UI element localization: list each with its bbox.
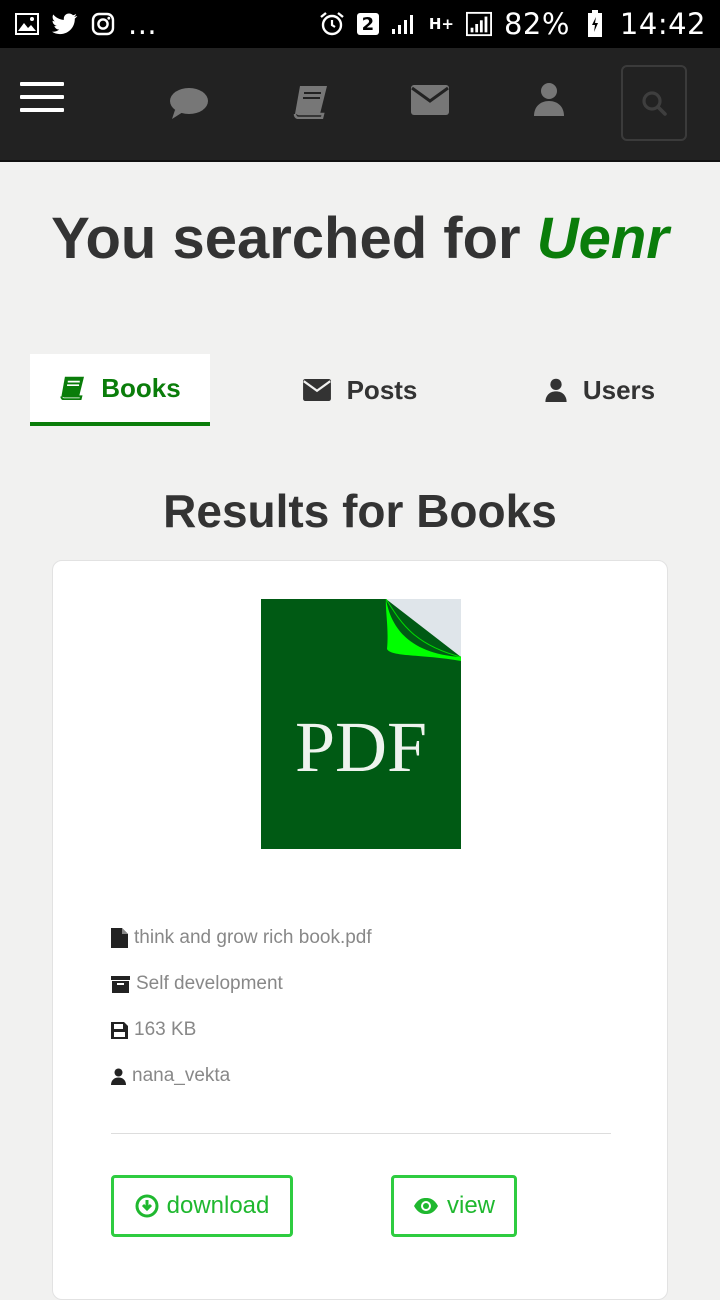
tab-books-label: Books bbox=[101, 372, 181, 403]
user-icon bbox=[111, 1068, 126, 1085]
signal-icon bbox=[391, 12, 417, 36]
status-bar: ... 2 H+ 82% 14:42 bbox=[0, 0, 720, 48]
book-icon[interactable] bbox=[290, 82, 330, 122]
user-icon[interactable] bbox=[532, 81, 566, 117]
network-type: H+ bbox=[428, 15, 454, 33]
search-button[interactable] bbox=[621, 65, 687, 141]
tab-users[interactable]: Users bbox=[530, 354, 670, 426]
envelope-icon bbox=[302, 379, 331, 401]
top-navbar bbox=[0, 48, 720, 162]
menu-icon[interactable] bbox=[20, 82, 64, 112]
search-heading: You searched for Uenr bbox=[0, 205, 720, 272]
user-icon bbox=[545, 378, 567, 402]
category-row: Self development bbox=[111, 973, 283, 995]
search-term: Uenr bbox=[536, 206, 669, 271]
signal-strength-icon bbox=[465, 11, 492, 37]
sim-badge: 2 bbox=[356, 13, 379, 35]
download-label: download bbox=[166, 1192, 270, 1219]
tab-books[interactable]: Books bbox=[30, 354, 210, 426]
book-icon bbox=[59, 376, 85, 400]
file-name-row: think and grow rich book.pdf bbox=[111, 927, 372, 949]
view-label: view bbox=[446, 1192, 495, 1219]
eye-icon bbox=[413, 1197, 439, 1215]
uploader[interactable]: nana_vekta bbox=[132, 1065, 230, 1087]
envelope-icon[interactable] bbox=[410, 84, 450, 116]
file-icon bbox=[111, 928, 128, 948]
chat-icon[interactable] bbox=[168, 84, 210, 122]
download-circle-icon bbox=[135, 1194, 159, 1218]
tab-posts-label: Posts bbox=[346, 374, 418, 405]
divider bbox=[111, 1133, 611, 1134]
tab-posts[interactable]: Posts bbox=[280, 354, 440, 426]
notification-overflow: ... bbox=[128, 7, 158, 41]
size-row: 163 KB bbox=[111, 1019, 196, 1041]
results-title: Results for Books bbox=[163, 485, 557, 537]
image-icon bbox=[14, 12, 40, 36]
search-icon bbox=[641, 90, 667, 116]
tab-users-label: Users bbox=[582, 374, 656, 405]
archive-icon bbox=[111, 975, 130, 993]
view-button[interactable]: view bbox=[391, 1175, 517, 1237]
book-result-card: PDF think and grow rich book.pdf Self de… bbox=[52, 560, 668, 1300]
uploader-row: nana_vekta bbox=[111, 1065, 230, 1087]
floppy-disk-icon bbox=[111, 1021, 128, 1039]
twitter-icon bbox=[52, 12, 78, 36]
clock: 14:42 bbox=[619, 7, 706, 41]
pdf-thumbnail[interactable]: PDF bbox=[261, 598, 462, 849]
category: Self development bbox=[136, 973, 283, 994]
search-heading-prefix: You searched for bbox=[51, 206, 537, 271]
pdf-thumbnail-text: PDF bbox=[295, 707, 427, 787]
download-button[interactable]: download bbox=[111, 1175, 293, 1237]
instagram-icon bbox=[90, 12, 116, 36]
battery-icon bbox=[582, 10, 608, 37]
file-size: 163 KB bbox=[134, 1019, 197, 1040]
file-name[interactable]: think and grow rich book.pdf bbox=[134, 927, 372, 949]
alarm-icon bbox=[319, 12, 345, 36]
battery-percentage: 82% bbox=[503, 7, 570, 41]
